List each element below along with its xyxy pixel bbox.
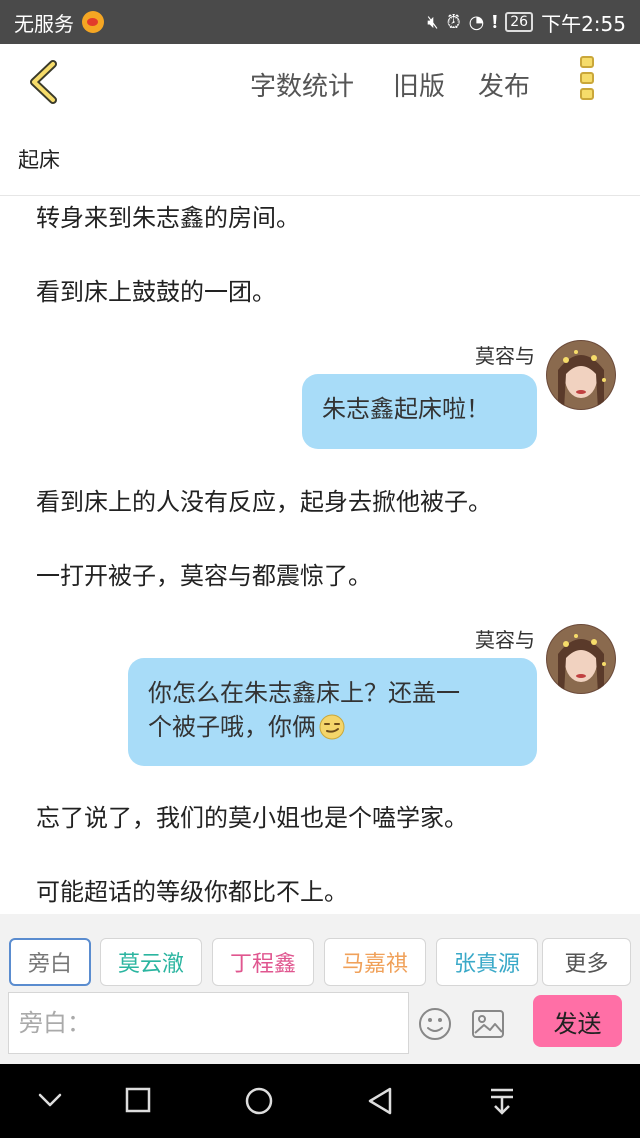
notification-pull-icon[interactable] [488, 1086, 516, 1116]
character-chip[interactable]: 马嘉祺 [324, 938, 426, 986]
composer-panel: 旁白 莫云澈 丁程鑫 马嘉祺 张真源 更多 发送 [0, 914, 640, 1064]
message-input-box[interactable] [8, 992, 409, 1054]
send-button[interactable]: 发送 [533, 995, 622, 1047]
character-chip[interactable]: 丁程鑫 [212, 938, 314, 986]
dialogue-bubble[interactable]: 朱志鑫起床啦！ [302, 374, 537, 449]
back-nav-icon[interactable] [366, 1086, 394, 1116]
system-nav-bar [0, 1064, 640, 1138]
battery-indicator: 26 [505, 12, 534, 32]
narration-line: 看到床上的人没有反应，起身去掀他被子。 [36, 488, 492, 516]
narration-line: 转身来到朱志鑫的房间。 [36, 204, 300, 232]
dialogue-bubble[interactable]: 你怎么在朱志鑫床上？还盖一 个被子哦，你俩 [128, 658, 537, 766]
word-count-link[interactable]: 字数统计 [250, 66, 354, 103]
speaker-name: 莫容与 [475, 628, 535, 652]
dialogue-text: 朱志鑫起床啦！ [322, 395, 490, 423]
header: 字数统计 旧版 发布 [0, 44, 640, 122]
image-icon[interactable] [471, 1008, 505, 1040]
narration-line: 看到床上鼓鼓的一团。 [36, 278, 276, 306]
alert-icon: ❗︎ [492, 11, 498, 33]
alarm-icon: ⏰︎ [446, 11, 461, 33]
chapter-title-row: 起床 [0, 122, 640, 196]
recent-apps-icon[interactable] [124, 1086, 152, 1114]
more-characters-button[interactable]: 更多 [542, 938, 631, 986]
character-chip-narrator[interactable]: 旁白 [9, 938, 91, 986]
dialogue-text: 你怎么在朱志鑫床上？还盖一 [148, 679, 460, 707]
wifi-icon: ◔ [468, 11, 485, 33]
old-version-link[interactable]: 旧版 [393, 66, 445, 103]
speaker-name: 莫容与 [475, 344, 535, 368]
status-time: 下午2:55 [541, 11, 626, 36]
narration-line: 可能超话的等级你都比不上。 [36, 878, 348, 906]
home-icon[interactable] [244, 1086, 274, 1116]
chevron-down-icon[interactable] [36, 1086, 64, 1114]
smiley-icon[interactable] [418, 1007, 452, 1041]
chapter-title[interactable]: 起床 [18, 144, 60, 174]
message-input[interactable] [9, 993, 408, 1053]
character-chip[interactable]: 莫云澈 [100, 938, 202, 986]
character-chip[interactable]: 张真源 [436, 938, 538, 986]
narration-line: 一打开被子，莫容与都震惊了。 [36, 562, 372, 590]
carrier-label: 无服务 [14, 11, 74, 36]
publish-link[interactable]: 发布 [478, 66, 530, 103]
mute-icon: 🔇︎ [427, 11, 439, 33]
vertical-dots-icon[interactable] [580, 56, 596, 106]
story-content[interactable]: 转身来到朱志鑫的房间。 看到床上鼓鼓的一团。 莫容与 朱志鑫起床啦！ 看到床上的… [0, 196, 640, 914]
dialogue-text: 个被子哦，你俩 [148, 713, 316, 741]
weibo-icon [82, 11, 104, 33]
narration-line: 忘了说了，我们的莫小姐也是个嗑学家。 [36, 804, 468, 832]
status-bar: 无服务 🔇︎ ⏰︎ ◔ ❗︎ 26 下午2:55 [0, 0, 640, 44]
avatar[interactable] [546, 340, 616, 410]
smirk-emoji-icon [319, 714, 345, 740]
chevron-left-icon[interactable] [26, 60, 62, 104]
avatar[interactable] [546, 624, 616, 694]
